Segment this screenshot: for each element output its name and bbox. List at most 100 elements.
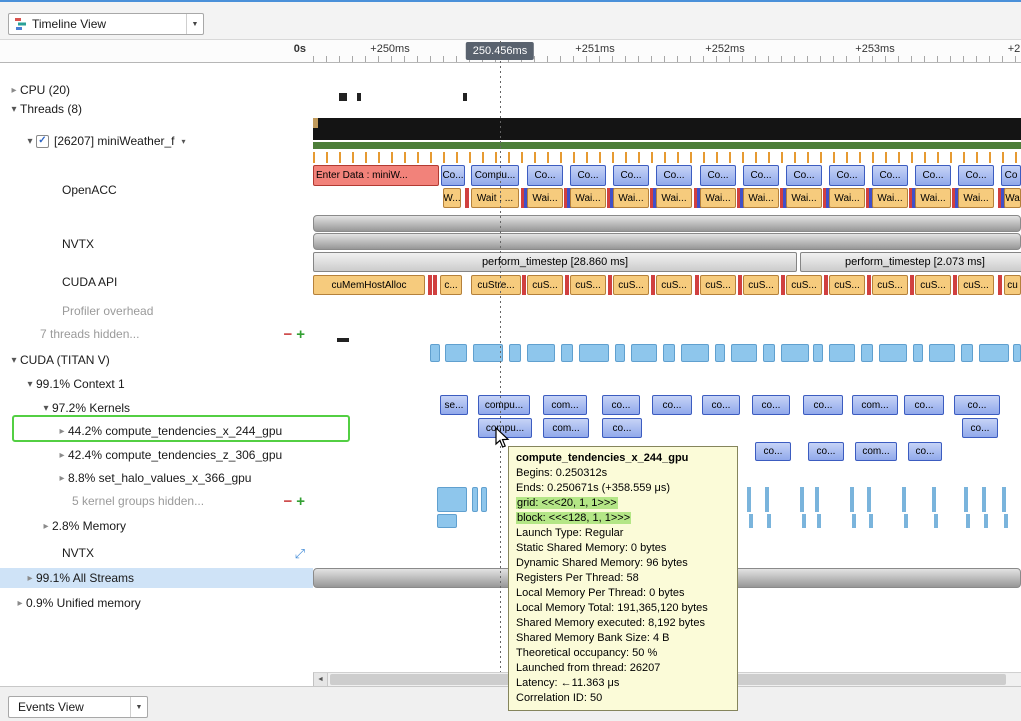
timeline-event-bar[interactable]: Co... [915,165,951,186]
timeline-event-bar[interactable]: cuS... [743,275,779,295]
collapse-arrow-icon[interactable]: ▾ [8,355,20,366]
timeline-event-bar[interactable]: co... [808,442,844,461]
expand-arrow-icon[interactable]: ▸ [56,450,68,461]
timeline-event-bar[interactable]: perform_timestep [28.860 ms] [313,252,797,272]
timeline-event-bar[interactable]: cuS... [829,275,865,295]
timeline-view-dropdown[interactable]: Timeline View ▼ [8,13,204,35]
timeline-event-bar[interactable]: co... [752,395,790,415]
chevron-down-icon[interactable]: ▼ [186,14,203,34]
expand-arrow-icon[interactable]: ▸ [24,573,36,584]
sidebar-item-threads[interactable]: ▾Threads (8) [0,99,313,119]
timeline-event-bar[interactable]: cu [1004,275,1021,295]
sidebar-item-cpu[interactable]: ▸CPU (20) [0,80,313,100]
timeline-event-bar[interactable]: Wai... [829,188,865,208]
collapse-arrow-icon[interactable]: ▾ [24,136,36,147]
collapse-arrow-icon[interactable]: ▾ [40,403,52,414]
timeline-event-bar[interactable]: Wait : ... [471,188,519,208]
timeline-event-bar[interactable]: Wai... [656,188,692,208]
timeline-event-bar[interactable]: cuS... [786,275,822,295]
remove-filter-icon[interactable]: − [283,327,292,342]
sidebar-item-all-streams[interactable]: ▸99.1% All Streams [0,568,313,588]
timeline-event-bar[interactable]: Wai... [527,188,563,208]
timeline-event-bar[interactable]: co... [602,418,642,438]
timeline-event-bar[interactable]: cuS... [613,275,649,295]
timeline-event-bar[interactable]: cuS... [570,275,606,295]
expand-row-icon[interactable]: ⤢ [295,547,305,560]
timeline-event-bar[interactable]: cuS... [915,275,951,295]
timeline-event-bar[interactable]: Enter Data : miniW... [313,165,439,186]
timeline-event-bar[interactable]: Wai... [743,188,779,208]
sidebar-item-kernel-groups-hidden[interactable]: 5 kernel groups hidden...−+ [0,491,313,511]
timeline-event-bar[interactable]: co... [602,395,640,415]
timeline-event-bar[interactable]: Wai... [613,188,649,208]
timeline-event-bar[interactable]: cuS... [656,275,692,295]
timeline-event-bar[interactable]: W... [443,188,461,208]
timeline-event-bar[interactable]: cuS... [527,275,563,295]
timeline-event-bar[interactable]: Wai... [958,188,994,208]
collapse-arrow-icon[interactable]: ▾ [24,379,36,390]
timeline-event-bar[interactable]: co... [904,395,944,415]
expand-arrow-icon[interactable]: ▸ [40,521,52,532]
expand-arrow-icon[interactable]: ▸ [14,598,26,609]
expand-arrow-icon[interactable]: ▸ [8,85,20,96]
expand-arrow-icon[interactable]: ▸ [56,473,68,484]
sidebar-item-kernel-compute-tendencies-z[interactable]: ▸42.4% compute_tendencies_z_306_gpu [0,445,313,465]
remove-filter-icon[interactable]: − [283,494,292,509]
timeline-event-bar[interactable]: Co... [829,165,865,186]
sidebar-item-process-miniweather[interactable]: ▾✓[26207] miniWeather_f▾ [0,131,313,151]
timeline-event-bar[interactable]: co... [954,395,1000,415]
timeline-event-bar[interactable]: cuS... [700,275,736,295]
process-checkbox[interactable]: ✓ [36,135,49,148]
timeline-event-bar[interactable]: co... [702,395,740,415]
timeline-event-bar[interactable]: Co... [613,165,649,186]
timeline-event-bar[interactable]: Co... [527,165,563,186]
sidebar-item-nvtx-streams[interactable]: NVTX⤢ [0,543,313,563]
row-options-caret-icon[interactable]: ▾ [182,137,186,146]
timeline-event-bar[interactable]: cuMemHostAlloc [313,275,425,295]
timeline-event-bar[interactable]: Wai... [915,188,951,208]
timeline-event-bar[interactable]: Co... [872,165,908,186]
timeline-event-bar[interactable]: co... [803,395,843,415]
timeline-event-bar[interactable]: co... [652,395,692,415]
sidebar-item-unified-memory[interactable]: ▸0.9% Unified memory [0,593,313,613]
sidebar-item-memory[interactable]: ▸2.8% Memory [0,516,313,536]
timeline-event-bar[interactable]: Co... [786,165,822,186]
timeline-event-bar[interactable]: compu... [478,395,530,415]
timeline-event-bar[interactable]: com... [855,442,897,461]
timeline-event-bar[interactable]: Co... [700,165,736,186]
timeline-event-bar[interactable]: perform_timestep [2.073 ms] [800,252,1021,272]
timeline-event-bar[interactable]: Co... [570,165,606,186]
timeline-event-bar[interactable]: Wai... [700,188,736,208]
sidebar-item-nvtx[interactable]: NVTX [0,234,313,254]
timeline-event-bar[interactable]: c... [440,275,462,295]
sidebar-item-openacc[interactable]: OpenACC [0,180,313,200]
chevron-down-icon[interactable]: ▼ [130,697,147,717]
sidebar-item-threads-hidden[interactable]: 7 threads hidden...−+ [0,324,313,344]
timeline-event-bar[interactable]: cuS... [958,275,994,295]
sidebar-item-cuda-titan-v[interactable]: ▾CUDA (TITAN V) [0,350,313,370]
timeline-event-bar[interactable]: Compu... [471,165,519,186]
timeline-event-bar[interactable]: co... [908,442,942,461]
timeline-event-bar[interactable]: se... [440,395,468,415]
timeline-event-bar[interactable]: co... [962,418,998,438]
collapse-arrow-icon[interactable]: ▾ [8,104,20,115]
timeline-event-bar[interactable]: Wai... [872,188,908,208]
timeline-event-bar[interactable]: cuS... [872,275,908,295]
timeline-event-bar[interactable]: com... [543,418,589,438]
show-hidden-icon[interactable]: + [296,494,305,509]
timeline-event-bar[interactable]: cuStre... [471,275,521,295]
time-ruler[interactable]: 0s +250ms+251ms+252ms+253ms+2 250.456ms [0,40,1021,63]
events-view-dropdown[interactable]: Events View ▼ [8,696,148,718]
timeline-event-bar[interactable]: Co... [958,165,994,186]
sidebar-item-context-1[interactable]: ▾99.1% Context 1 [0,374,313,394]
timeline-event-bar[interactable]: Wa [1004,188,1021,208]
timeline-event-bar[interactable]: Wai... [786,188,822,208]
timeline-event-bar[interactable]: Co... [441,165,465,186]
timeline-event-bar[interactable]: Co... [743,165,779,186]
sidebar-item-cuda-api[interactable]: CUDA API [0,272,313,292]
scroll-left-button[interactable]: ◄ [314,673,328,686]
timeline-event-bar[interactable]: Co [1001,165,1021,186]
timeline-event-bar[interactable]: Co... [656,165,692,186]
sidebar-item-kernel-set-halo-values[interactable]: ▸8.8% set_halo_values_x_366_gpu [0,468,313,488]
timeline-event-bar[interactable]: co... [755,442,791,461]
